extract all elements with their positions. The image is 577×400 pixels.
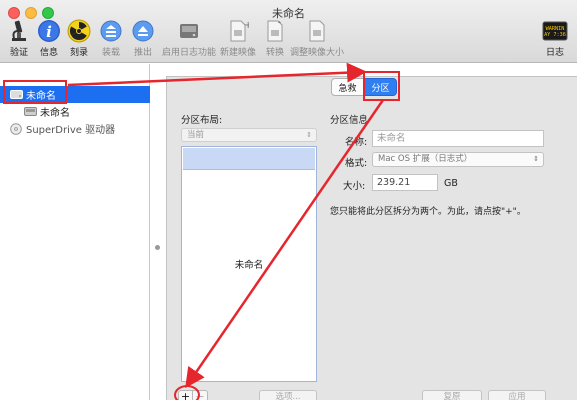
sidebar-item-superdrive-label: SuperDrive 驱动器 <box>26 125 116 136</box>
tab-partition[interactable]: 分区 <box>364 78 397 96</box>
options-button[interactable]: 选项... <box>259 390 317 400</box>
log-icon: WARNIN AY 7:36 <box>542 18 568 44</box>
title-bar: 未命名 验证 i 信息 刻录 装载 推出 启用日志功能 + 新建映像 转换 调整… <box>0 0 577 63</box>
format-label: 格式: <box>345 158 368 169</box>
microscope-icon <box>6 18 32 44</box>
enable-journaling-button[interactable]: 启用日志功能 <box>162 18 216 58</box>
mount-label: 装载 <box>101 48 120 58</box>
convert-icon <box>262 18 288 44</box>
chevron-updown-icon: ⇕ <box>306 131 312 139</box>
burn-label: 刻录 <box>69 48 88 58</box>
partition-layout-popup[interactable]: 当前 ⇕ <box>181 128 317 142</box>
name-label: 名称: <box>345 137 368 148</box>
sidebar-item-disk-label: 未命名 <box>26 91 56 102</box>
log-button[interactable]: WARNIN AY 7:36 日志 <box>542 18 568 58</box>
split-instruction-text: 您只能将此分区拆分为两个。为此，请点按"+"。 <box>330 207 526 217</box>
name-field[interactable]: 未命名 <box>372 130 544 147</box>
burn-button[interactable]: 刻录 <box>66 18 92 58</box>
log-label: 日志 <box>545 48 564 58</box>
size-unit: GB <box>444 178 458 189</box>
add-partition-button[interactable]: + <box>178 390 193 400</box>
sidebar-item-superdrive[interactable]: SuperDrive 驱动器 <box>0 120 150 137</box>
format-select-value: Mac OS 扩展（日志式） <box>378 154 473 164</box>
resize-image-button[interactable]: 调整映像大小 <box>290 18 344 58</box>
verify-label: 验证 <box>9 48 28 58</box>
add-remove-control: + − <box>178 390 208 400</box>
partition-layout-popup-value: 当前 <box>187 130 205 140</box>
mount-button[interactable]: 装载 <box>98 18 124 58</box>
hard-disk-icon <box>10 89 23 100</box>
new-image-button[interactable]: + 新建映像 <box>220 18 256 58</box>
svg-text:+: + <box>244 20 249 31</box>
new-image-icon: + <box>225 18 251 44</box>
log-icon-line2: AY 7:36 <box>544 32 566 38</box>
new-image-label: 新建映像 <box>220 48 257 58</box>
resize-image-icon <box>304 18 330 44</box>
size-field[interactable]: 239.21 <box>372 174 438 191</box>
mount-icon <box>98 18 124 44</box>
sidebar-item-disk[interactable]: 未命名 <box>0 86 150 103</box>
partition-layout-heading: 分区布局: <box>181 115 223 126</box>
enable-journaling-label: 启用日志功能 <box>162 48 217 58</box>
size-label: 大小: <box>343 181 366 192</box>
volume-icon <box>24 106 37 117</box>
convert-label: 转换 <box>265 48 284 58</box>
eject-icon <box>130 18 156 44</box>
eject-label: 推出 <box>133 48 152 58</box>
sidebar-item-volume[interactable]: 未命名 <box>0 103 150 120</box>
partition-info-heading: 分区信息 <box>330 115 369 126</box>
remove-partition-button[interactable]: − <box>193 390 208 400</box>
svg-text:i: i <box>46 23 52 41</box>
optical-disc-icon <box>10 123 23 135</box>
partition-layout-volume-name: 未命名 <box>234 260 264 271</box>
journal-icon <box>176 18 202 44</box>
sidebar-item-volume-label: 未命名 <box>40 108 70 119</box>
verify-button[interactable]: 验证 <box>6 18 32 58</box>
convert-button[interactable]: 转换 <box>262 18 288 58</box>
resize-image-label: 调整映像大小 <box>290 48 345 58</box>
info-label: 信息 <box>39 48 58 58</box>
format-select[interactable]: Mac OS 扩展（日志式） ⇕ <box>372 152 544 167</box>
info-button[interactable]: i 信息 <box>36 18 62 58</box>
revert-button[interactable]: 复原 <box>422 390 482 400</box>
info-icon: i <box>36 18 62 44</box>
chevron-updown-icon: ⇕ <box>533 155 539 163</box>
tab-first-aid[interactable]: 急救 <box>331 78 364 96</box>
split-view-handle[interactable] <box>155 245 160 250</box>
partition-layout-header-strip <box>183 148 315 170</box>
partition-layout-diagram[interactable]: 未命名 <box>181 146 317 382</box>
device-sidebar: 未命名 未命名 SuperDrive 驱动器 <box>0 64 150 400</box>
apply-button[interactable]: 应用 <box>488 390 546 400</box>
radiation-icon <box>66 18 92 44</box>
eject-button[interactable]: 推出 <box>130 18 156 58</box>
